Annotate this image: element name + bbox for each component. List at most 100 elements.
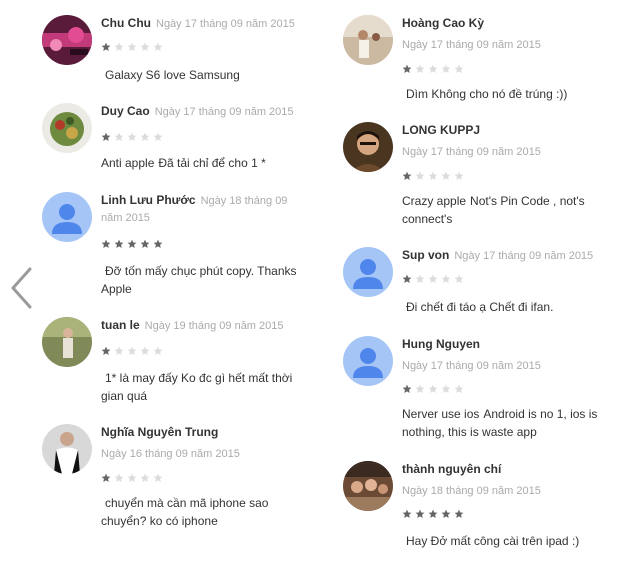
review-date: Ngày 18 tháng 09 năm 2015 bbox=[402, 485, 541, 497]
review-author[interactable]: Linh Lưu Phước bbox=[101, 193, 196, 207]
star-empty-icon bbox=[140, 346, 150, 355]
star-empty-icon bbox=[114, 473, 124, 482]
review-text: Galaxy S6 love Samsung bbox=[101, 66, 306, 84]
avatar[interactable] bbox=[42, 103, 92, 153]
star-filled-icon bbox=[402, 171, 412, 180]
review-text: Dìm Không cho nó đề trúng :)) bbox=[402, 85, 607, 103]
star-empty-icon bbox=[428, 171, 438, 180]
star-filled-icon bbox=[441, 509, 451, 518]
review-date: Ngày 16 tháng 09 năm 2015 bbox=[101, 448, 240, 460]
avatar[interactable] bbox=[42, 15, 92, 65]
review-text: Crazy apple Not's Pin Code , not's connec… bbox=[402, 192, 607, 228]
star-filled-icon bbox=[127, 239, 137, 248]
review-body: Đi chết đi táo ạ Chết đi ifan. bbox=[406, 300, 554, 314]
chevron-left-icon bbox=[11, 267, 32, 309]
star-rating bbox=[402, 384, 464, 396]
review-author[interactable]: Duy Cao bbox=[101, 104, 150, 118]
star-filled-icon bbox=[153, 239, 163, 248]
star-filled-icon bbox=[101, 239, 111, 248]
avatar[interactable] bbox=[343, 336, 393, 386]
star-rating bbox=[101, 346, 163, 358]
star-empty-icon bbox=[153, 473, 163, 482]
review-title: Anti apple bbox=[101, 156, 155, 170]
star-empty-icon bbox=[153, 42, 163, 51]
avatar[interactable] bbox=[343, 15, 393, 65]
star-empty-icon bbox=[127, 346, 137, 355]
star-rating bbox=[101, 473, 163, 485]
review-text: Anti apple Đã tải chỉ để cho 1 * bbox=[101, 154, 306, 172]
star-rating bbox=[402, 64, 464, 76]
review-body: Đã tải chỉ để cho 1 * bbox=[158, 156, 266, 170]
star-rating bbox=[101, 42, 163, 54]
review-date: Ngày 17 tháng 09 năm 2015 bbox=[156, 18, 295, 30]
star-empty-icon bbox=[454, 384, 464, 393]
star-filled-icon bbox=[402, 274, 412, 283]
review-text: Đỡ tốn mấy chục phút copy. Thanks Apple bbox=[101, 262, 306, 298]
star-rating bbox=[402, 274, 464, 286]
star-empty-icon bbox=[428, 64, 438, 73]
review-body: chuyển mà cần mã iphone sao chuyển? ko c… bbox=[101, 496, 269, 528]
star-empty-icon bbox=[415, 64, 425, 73]
review-body: Hay Đở mất công cài trên ipad :) bbox=[406, 534, 580, 548]
star-rating bbox=[402, 509, 464, 521]
review-date: Ngày 17 tháng 09 năm 2015 bbox=[402, 360, 541, 372]
previous-page-button[interactable] bbox=[6, 266, 36, 310]
star-empty-icon bbox=[415, 384, 425, 393]
review-date: Ngày 19 tháng 09 năm 2015 bbox=[144, 320, 284, 332]
review-text: Đi chết đi táo ạ Chết đi ifan. bbox=[402, 298, 607, 316]
review-body: 1* là may đấy Ko đc gì hết mất thời gian… bbox=[101, 371, 293, 403]
star-empty-icon bbox=[415, 274, 425, 283]
star-empty-icon bbox=[441, 384, 451, 393]
star-empty-icon bbox=[454, 64, 464, 73]
review-author[interactable]: LONG KUPPJ bbox=[402, 123, 480, 137]
star-empty-icon bbox=[454, 171, 464, 180]
review-text: Nerver use ios Android is no 1, ios is no… bbox=[402, 405, 607, 441]
star-empty-icon bbox=[153, 346, 163, 355]
star-empty-icon bbox=[127, 473, 137, 482]
star-filled-icon bbox=[402, 64, 412, 73]
review-body: Galaxy S6 love Samsung bbox=[105, 68, 240, 82]
star-empty-icon bbox=[127, 132, 137, 141]
star-filled-icon bbox=[402, 509, 412, 518]
avatar[interactable] bbox=[343, 461, 393, 511]
star-empty-icon bbox=[140, 132, 150, 141]
review-title: Crazy apple bbox=[402, 194, 467, 208]
review-body: Đỡ tốn mấy chục phút copy. Thanks Apple bbox=[101, 264, 297, 296]
star-filled-icon bbox=[114, 239, 124, 248]
review-text: 1* là may đấy Ko đc gì hết mất thời gian… bbox=[101, 369, 306, 405]
review-text: chuyển mà cần mã iphone sao chuyển? ko c… bbox=[101, 494, 306, 530]
review-author[interactable]: thành nguyên chí bbox=[402, 462, 501, 476]
star-filled-icon bbox=[101, 346, 111, 355]
review-date: Ngày 17 tháng 09 năm 2015 bbox=[402, 39, 541, 51]
star-rating bbox=[101, 239, 163, 251]
review-author[interactable]: Chu Chu bbox=[101, 16, 151, 30]
star-empty-icon bbox=[454, 274, 464, 283]
review-body: Dìm Không cho nó đề trúng :)) bbox=[406, 87, 568, 101]
star-empty-icon bbox=[441, 64, 451, 73]
star-filled-icon bbox=[101, 42, 111, 51]
star-empty-icon bbox=[114, 132, 124, 141]
star-empty-icon bbox=[428, 274, 438, 283]
review-date: Ngày 17 tháng 09 năm 2015 bbox=[402, 146, 541, 158]
star-rating bbox=[101, 132, 163, 144]
avatar[interactable] bbox=[343, 247, 393, 297]
star-empty-icon bbox=[140, 42, 150, 51]
avatar[interactable] bbox=[42, 424, 92, 474]
avatar[interactable] bbox=[343, 122, 393, 172]
review-date: Ngày 17 tháng 09 năm 2015 bbox=[154, 106, 294, 118]
star-empty-icon bbox=[441, 171, 451, 180]
review-text: Hay Đở mất công cài trên ipad :) bbox=[402, 532, 607, 550]
avatar[interactable] bbox=[42, 192, 92, 242]
star-filled-icon bbox=[101, 473, 111, 482]
avatar[interactable] bbox=[42, 317, 92, 367]
review-author[interactable]: Sup von bbox=[402, 248, 449, 262]
star-empty-icon bbox=[441, 274, 451, 283]
review-author[interactable]: Nghĩa Nguyên Trung bbox=[101, 425, 218, 439]
review-author[interactable]: tuan le bbox=[101, 318, 140, 332]
star-filled-icon bbox=[140, 239, 150, 248]
review-author[interactable]: Hoàng Cao Kỳ bbox=[402, 16, 484, 30]
star-empty-icon bbox=[153, 132, 163, 141]
star-empty-icon bbox=[114, 42, 124, 51]
review-author[interactable]: Hung Nguyen bbox=[402, 337, 480, 351]
star-filled-icon bbox=[402, 384, 412, 393]
